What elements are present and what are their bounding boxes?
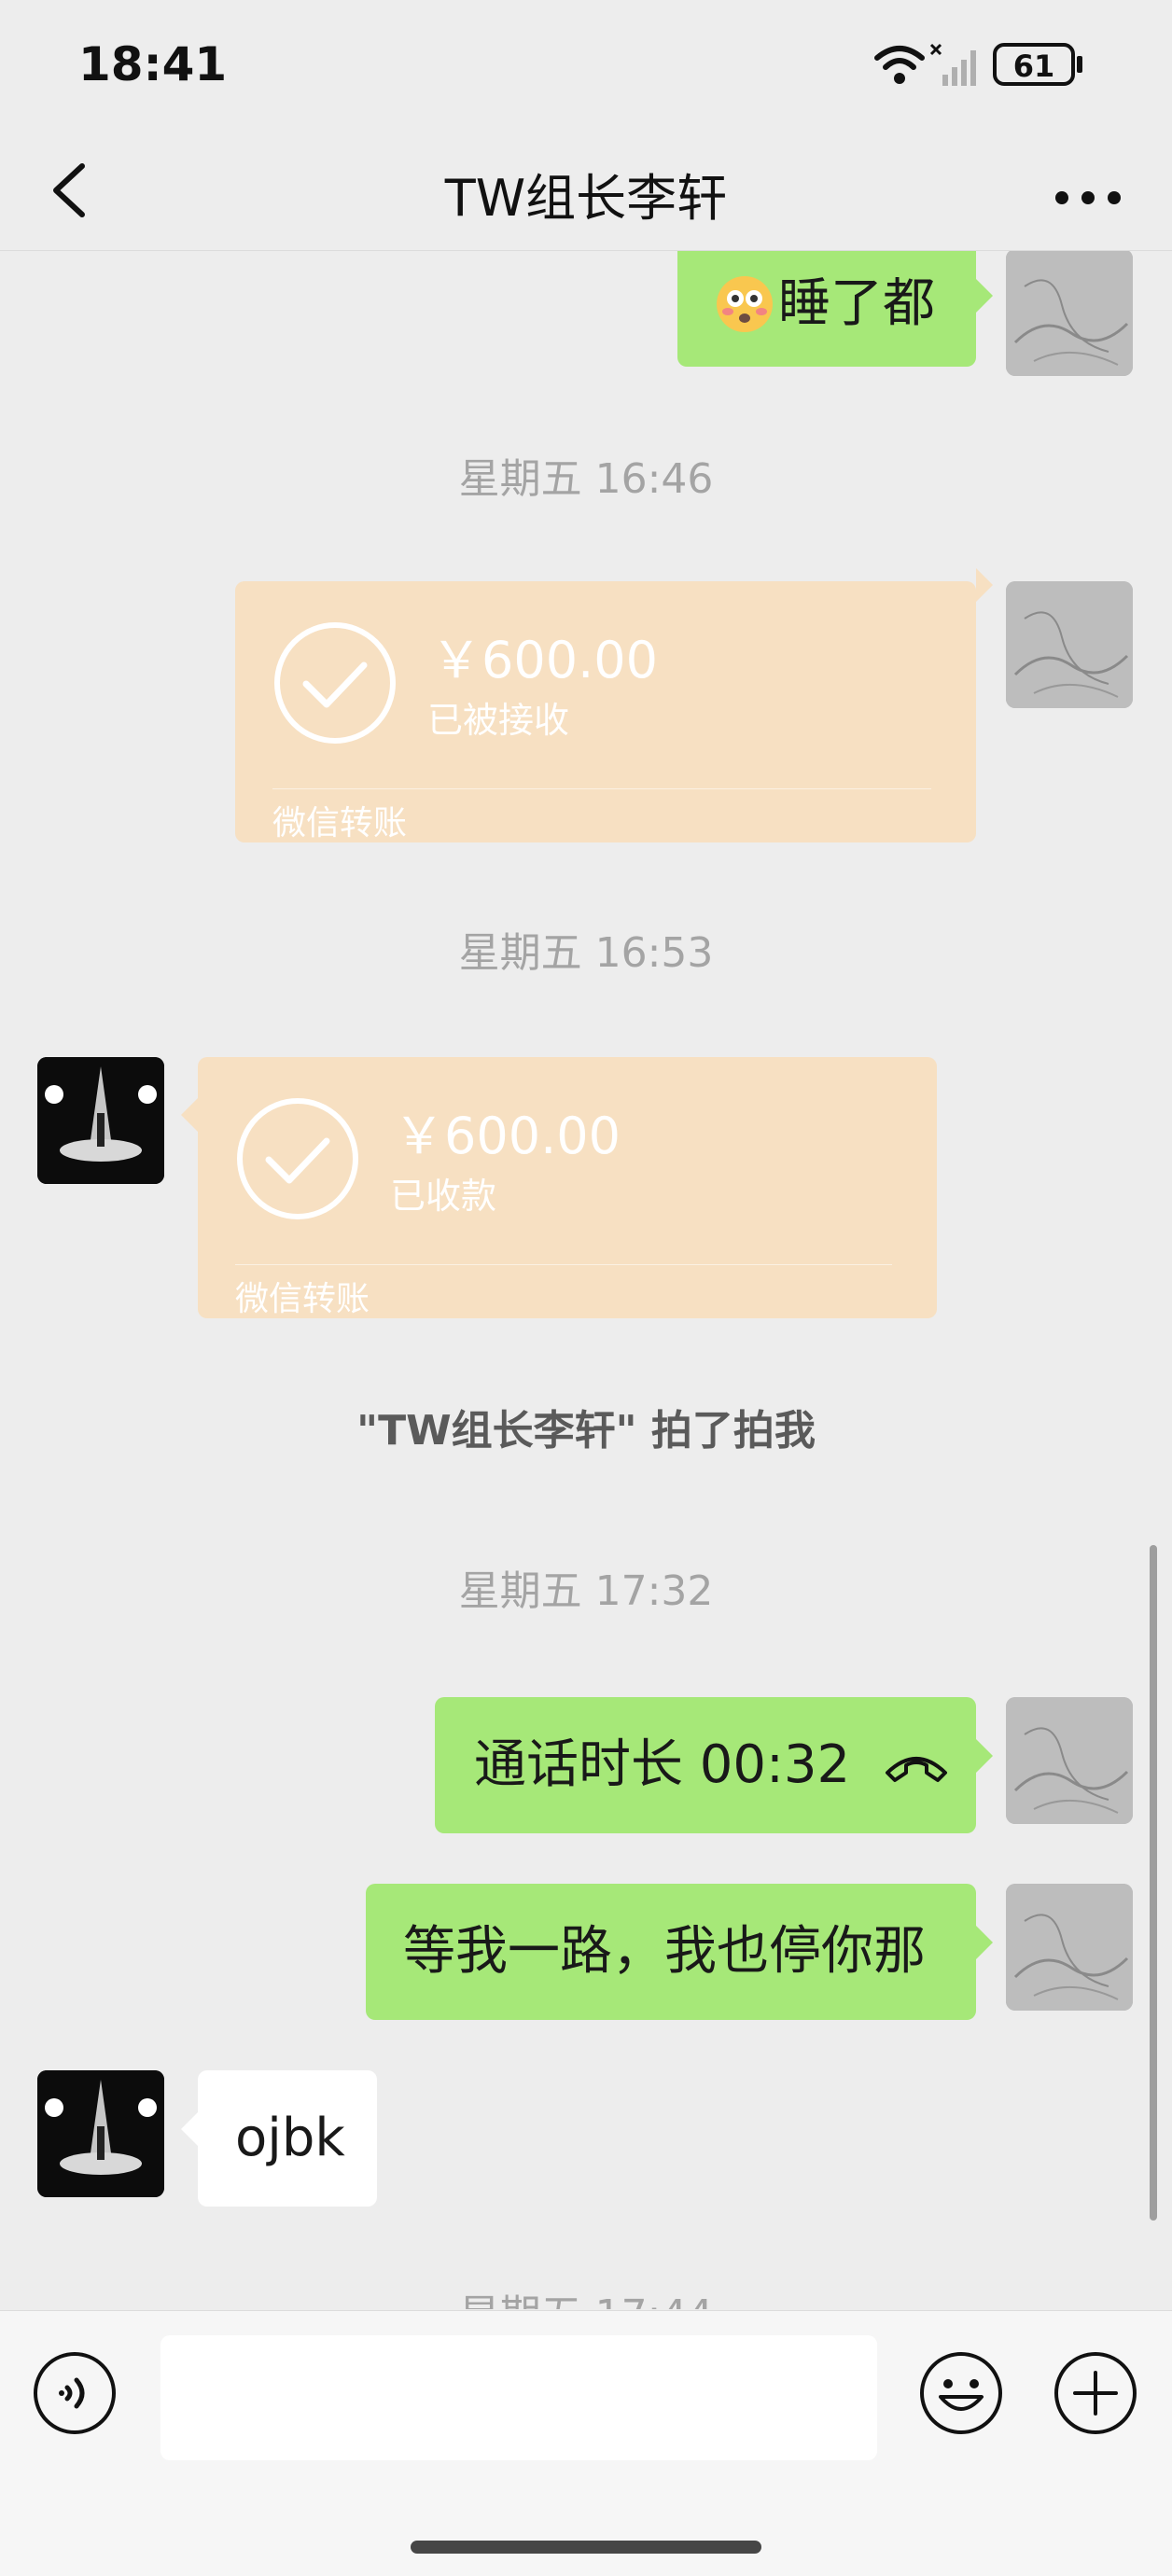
- more-dots-icon: [1055, 191, 1121, 204]
- transfer-status: 已收款: [390, 1176, 497, 1217]
- avatar-other[interactable]: [37, 2070, 164, 2197]
- message-bubble-self[interactable]: 睡了都: [677, 251, 976, 367]
- transfer-amount: ￥600.00: [431, 631, 658, 689]
- pat-notice: "TW组长李轩" 拍了拍我: [356, 1407, 816, 1455]
- timestamp: 星期五 16:53: [458, 929, 714, 977]
- emoji-icon: [920, 2352, 1002, 2434]
- phone-hangup-icon: [886, 1757, 948, 1782]
- message-text: 等我一路，我也停你那: [403, 1921, 926, 1982]
- voice-input-button[interactable]: [32, 2350, 118, 2436]
- voice-icon: [34, 2352, 116, 2434]
- more-button[interactable]: [1041, 149, 1135, 231]
- status-bar: 18:41 61: [0, 0, 1172, 131]
- avatar-sketch-image: [1006, 251, 1133, 376]
- svg-text:61: 61: [1013, 49, 1055, 84]
- scrollbar[interactable]: [1150, 1545, 1157, 2221]
- plus-icon: [1054, 2352, 1137, 2434]
- timestamp: 星期五 16:46: [458, 455, 714, 503]
- bubble-tail: [181, 1098, 198, 1132]
- chat-title: TW组长李轩: [444, 169, 728, 228]
- avatar-other[interactable]: [37, 1057, 164, 1184]
- divider: [272, 788, 931, 789]
- avatar-self[interactable]: [1006, 251, 1133, 376]
- avatar-sketch-image: [1006, 1697, 1133, 1824]
- more-actions-button[interactable]: [1053, 2350, 1138, 2436]
- message-input[interactable]: [160, 2335, 877, 2460]
- avatar-sketch-image: [1006, 581, 1133, 708]
- avatar-self[interactable]: [1006, 581, 1133, 708]
- chat-message-list[interactable]: 睡了都 星期五 16:46 ￥600.00 已被接收 微信转账 星期五 16:5: [0, 251, 1172, 2309]
- transfer-card-other[interactable]: ￥600.00 已收款 微信转账: [198, 1057, 937, 1318]
- avatar-spotlight-image: [37, 1057, 164, 1184]
- transfer-status: 已被接收: [427, 700, 570, 741]
- status-icons: 61: [873, 41, 1097, 90]
- timestamp: 星期五 17:44: [0, 2281, 1172, 2309]
- bubble-tail: [976, 568, 993, 602]
- timestamp: 星期五 17:32: [458, 1567, 714, 1615]
- input-bar: [0, 2310, 1172, 2576]
- bubble-tail: [181, 2112, 198, 2146]
- message-text: ojbk: [235, 2108, 345, 2168]
- flushed-face-emoji: [717, 276, 773, 332]
- status-icon-group: 61: [874, 43, 1082, 86]
- bubble-tail: [976, 1926, 993, 1959]
- battery-icon: 61: [993, 43, 1082, 86]
- avatar-self[interactable]: [1006, 1884, 1133, 2011]
- signal-icon: [929, 43, 976, 86]
- bubble-tail: [976, 1739, 993, 1773]
- check-circle-icon: [274, 622, 396, 744]
- avatar-sketch-image: [1006, 1884, 1133, 2011]
- message-bubble-self[interactable]: 等我一路，我也停你那: [366, 1884, 976, 2020]
- avatar-self[interactable]: [1006, 1697, 1133, 1824]
- status-time: 18:41: [78, 37, 228, 91]
- check-circle-icon: [237, 1098, 358, 1219]
- transfer-card-self[interactable]: ￥600.00 已被接收 微信转账: [235, 581, 976, 842]
- transfer-label: 微信转账: [272, 804, 408, 842]
- avatar-spotlight-image: [37, 2070, 164, 2197]
- call-duration-text: 通话时长 00:32: [474, 1734, 851, 1795]
- message-bubble-other[interactable]: ojbk: [198, 2070, 377, 2207]
- emoji-button[interactable]: [918, 2350, 1004, 2436]
- message-text: 睡了都: [778, 273, 935, 334]
- transfer-amount: ￥600.00: [394, 1107, 621, 1165]
- bubble-tail: [976, 279, 993, 313]
- home-indicator[interactable]: [411, 2541, 761, 2554]
- transfer-label: 微信转账: [235, 1280, 370, 1318]
- call-record-bubble[interactable]: 通话时长 00:32: [435, 1697, 976, 1833]
- chat-header: TW组长李轩: [0, 131, 1172, 251]
- wifi-icon: [874, 46, 925, 84]
- divider: [235, 1264, 892, 1265]
